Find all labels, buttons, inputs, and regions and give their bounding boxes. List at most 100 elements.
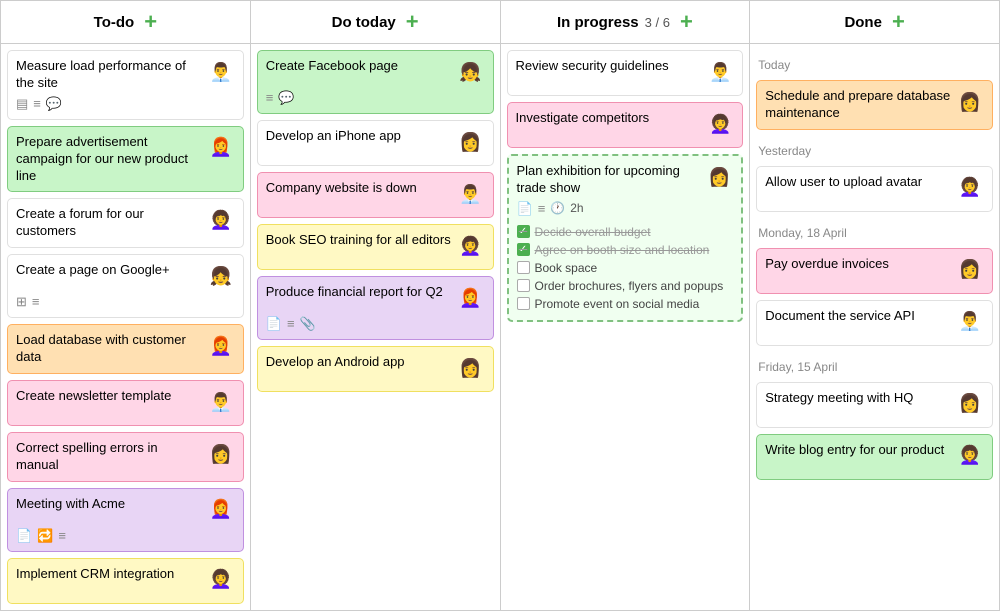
card-title-c8: Meeting with Acme: [16, 496, 207, 513]
card-icons-d5: 📄 ≡ 📎: [266, 316, 485, 332]
card-c5[interactable]: Load database with customer data 👩‍🦰: [7, 324, 244, 374]
avatar-d6: 👩: [457, 354, 485, 382]
avatar-dn2: 👩‍🦱: [956, 174, 984, 202]
avatar-d2: 👩: [457, 128, 485, 156]
column-dotoday: Do today + Create Facebook page 👧 ≡ 💬 De…: [251, 1, 501, 610]
checklist-icon: ▤: [16, 96, 28, 112]
card-title-i1: Review security guidelines: [516, 58, 707, 75]
inprogress-body: Review security guidelines 👨‍💼 Investiga…: [501, 44, 750, 610]
card-d3[interactable]: Company website is down 👨‍💼: [257, 172, 494, 218]
avatar-c1: 👨‍💼: [207, 58, 235, 86]
dotoday-body: Create Facebook page 👧 ≡ 💬 Develop an iP…: [251, 44, 500, 610]
card-title-d1: Create Facebook page: [266, 58, 457, 75]
card-icons-i3: 📄 ≡ 🕐 2h: [517, 201, 734, 217]
checkbox-2[interactable]: ✓: [517, 243, 530, 256]
card-dn5[interactable]: Strategy meeting with HQ 👩: [756, 382, 993, 428]
checklist-item-4: Order brochures, flyers and popups: [517, 277, 734, 295]
avatar-dn3: 👩: [956, 256, 984, 284]
bullets-icon: ≡: [538, 201, 546, 217]
card-c7[interactable]: Correct spelling errors in manual 👩: [7, 432, 244, 482]
grid-icon: ⊞: [16, 294, 27, 310]
card-title-d5: Produce financial report for Q2: [266, 284, 457, 301]
card-c9[interactable]: Implement CRM integration 👩‍🦱: [7, 558, 244, 604]
card-dn1[interactable]: Schedule and prepare database maintenanc…: [756, 80, 993, 130]
checklist-item-3: Book space: [517, 259, 734, 277]
column-header-todo: To-do +: [1, 1, 250, 44]
bullets-icon: ≡: [33, 96, 41, 112]
card-icons-d1: ≡ 💬: [266, 90, 485, 106]
column-title-todo: To-do: [94, 14, 135, 31]
timer-value: 2h: [570, 201, 583, 217]
bullets-icon: ≡: [58, 528, 66, 544]
card-c4[interactable]: Create a page on Google+ 👧 ⊞ ≡: [7, 254, 244, 318]
doc-icon: 📄: [266, 316, 282, 332]
chat-icon: 💬: [278, 90, 294, 106]
card-title-c1: Measure load performance of the site: [16, 58, 207, 92]
checklist-text-3: Book space: [535, 261, 598, 275]
checklist-item-5: Promote event on social media: [517, 295, 734, 313]
card-title-c5: Load database with customer data: [16, 332, 207, 366]
column-inprogress: In progress 3 / 6 + Review security guid…: [501, 1, 751, 610]
avatar-d1: 👧: [457, 58, 485, 86]
avatar-c8: 👩‍🦰: [207, 496, 235, 524]
bullets-icon: ≡: [32, 294, 40, 310]
card-c8[interactable]: Meeting with Acme 👩‍🦰 📄 🔁 ≡: [7, 488, 244, 552]
card-title-d2: Develop an iPhone app: [266, 128, 457, 145]
card-c2[interactable]: Prepare advertisement campaign for our n…: [7, 126, 244, 193]
checklist-text-4: Order brochures, flyers and popups: [535, 279, 724, 293]
avatar-dn5: 👩: [956, 390, 984, 418]
card-dn4[interactable]: Document the service API 👨‍💼: [756, 300, 993, 346]
avatar-d5: 👩‍🦰: [457, 284, 485, 312]
card-d5[interactable]: Produce financial report for Q2 👩‍🦰 📄 ≡ …: [257, 276, 494, 340]
card-c6[interactable]: Create newsletter template 👨‍💼: [7, 380, 244, 426]
checkbox-3[interactable]: [517, 261, 530, 274]
checklist-item-1: ✓ Decide overall budget: [517, 223, 734, 241]
card-title-c2: Prepare advertisement campaign for our n…: [16, 134, 207, 185]
clock-icon: 🕐: [550, 201, 565, 217]
checklist-text-5: Promote event on social media: [535, 297, 700, 311]
checkbox-5[interactable]: [517, 297, 530, 310]
checklist-text-2: Agree on booth size and location: [535, 243, 710, 257]
card-title-i2: Investigate competitors: [516, 110, 707, 127]
card-title-dn6: Write blog entry for our product: [765, 442, 956, 459]
checkbox-4[interactable]: [517, 279, 530, 292]
avatar-i2: 👩‍🦱: [706, 110, 734, 138]
card-title-dn3: Pay overdue invoices: [765, 256, 956, 273]
avatar-c2: 👩‍🦰: [207, 134, 235, 162]
avatar-dn1: 👩: [956, 88, 984, 116]
card-title-dn2: Allow user to upload avatar: [765, 174, 956, 191]
add-dotoday-button[interactable]: +: [406, 11, 419, 33]
card-d1[interactable]: Create Facebook page 👧 ≡ 💬: [257, 50, 494, 114]
column-header-inprogress: In progress 3 / 6 +: [501, 1, 750, 44]
card-d2[interactable]: Develop an iPhone app 👩: [257, 120, 494, 166]
add-todo-button[interactable]: +: [144, 11, 157, 33]
card-c3[interactable]: Create a forum for our customers 👩‍🦱: [7, 198, 244, 248]
bullets-icon: ≡: [266, 90, 274, 106]
doc-icon: 📄: [16, 528, 32, 544]
card-icons-c8: 📄 🔁 ≡: [16, 528, 235, 544]
card-dn3[interactable]: Pay overdue invoices 👩: [756, 248, 993, 294]
add-inprogress-button[interactable]: +: [680, 11, 693, 33]
avatar-c4: 👧: [207, 262, 235, 290]
card-title-c9: Implement CRM integration: [16, 566, 207, 583]
card-i2[interactable]: Investigate competitors 👩‍🦱: [507, 102, 744, 148]
card-i3[interactable]: Plan exhibition for upcoming trade show …: [507, 154, 744, 322]
avatar-c6: 👨‍💼: [207, 388, 235, 416]
checkbox-1[interactable]: ✓: [517, 225, 530, 238]
card-dn2[interactable]: Allow user to upload avatar 👩‍🦱: [756, 166, 993, 212]
card-title-c3: Create a forum for our customers: [16, 206, 207, 240]
checklist-item-2: ✓ Agree on booth size and location: [517, 241, 734, 259]
card-d4[interactable]: Book SEO training for all editors 👩‍🦱: [257, 224, 494, 270]
card-dn6[interactable]: Write blog entry for our product 👩‍🦱: [756, 434, 993, 480]
card-i1[interactable]: Review security guidelines 👨‍💼: [507, 50, 744, 96]
doc-icon: 📄: [517, 201, 533, 217]
card-c1[interactable]: Measure load performance of the site 👨‍💼…: [7, 50, 244, 120]
card-d6[interactable]: Develop an Android app 👩: [257, 346, 494, 392]
card-title-c4: Create a page on Google+: [16, 262, 207, 279]
column-done: Done + Today Schedule and prepare databa…: [750, 1, 999, 610]
checklist-i3: ✓ Decide overall budget ✓ Agree on booth…: [517, 223, 734, 313]
avatar-c7: 👩: [207, 440, 235, 468]
add-done-button[interactable]: +: [892, 11, 905, 33]
column-title-dotoday: Do today: [332, 14, 396, 31]
checklist-text-1: Decide overall budget: [535, 225, 651, 239]
